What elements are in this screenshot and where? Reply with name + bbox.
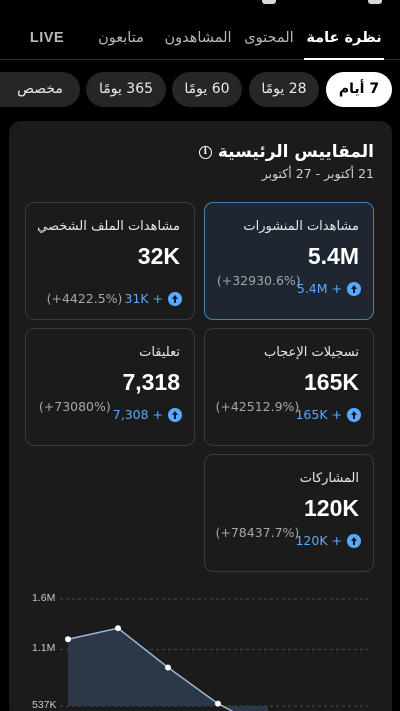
metric-label: مشاهدات الملف الشخصي [37,219,180,234]
metric-delta: (+78437.7%) 120K + [215,525,361,549]
arrow-up-icon [347,408,361,422]
metric-value: 7,318 [122,369,180,395]
metric-card-profile-views[interactable]: مشاهدات الملف الشخصي 32K (+4422.5%) 31K … [25,202,195,320]
delta-amount: 31K + [124,291,163,306]
arrow-up-icon [347,534,361,548]
data-point[interactable] [215,700,221,707]
data-point[interactable] [115,625,121,632]
metric-value: 5.4M [307,243,359,269]
metric-label: مشاهدات المنشورات [243,219,359,234]
metric-delta: (+73080%) 7,308 + [33,399,182,423]
chip-7-days[interactable]: 7 أيام [326,72,392,107]
insights-tabs: نظرة عامة المحتوى المشاهدون متابعون LIVE [0,22,400,60]
y-tick-label: 1.1M [32,642,56,655]
metric-value: 120K [304,495,359,521]
metric-card-post-views[interactable]: مشاهدات المنشورات 5.4M (+32930.6%) 5.4M … [204,202,374,320]
arrow-up-icon [347,282,361,296]
metric-delta: (+32930.6%) 5.4M + [217,273,361,297]
metric-label: تعليقات [139,345,180,360]
chip-60-days[interactable]: 60 يومًا [172,72,242,107]
metric-label: تسجيلات الإعجاب [263,345,359,360]
delta-amount: 5.4M + [296,281,342,296]
metric-delta: (+42512.9%) 165K + [215,399,361,423]
post-views-chart: 1.6M 1.1M 537K [24,585,374,711]
chip-365-days[interactable]: 365 يومًا [86,72,166,107]
delta-amount: 120K + [295,533,342,548]
delta-percent: (+4422.5%) [46,291,123,306]
metric-value: 32K [137,243,180,269]
delta-amount: 7,308 + [112,407,163,422]
delta-percent: (+42512.9%) [215,399,300,414]
tab-viewers[interactable]: المشاهدون [162,22,234,60]
tab-followers[interactable]: متابعون [86,22,156,60]
delta-percent: (+32930.6%) [216,273,301,288]
cutoff-sliver [262,0,276,4]
tab-overview[interactable]: نظرة عامة [304,22,384,60]
key-metrics-title-text: المقاييس الرئيسية [217,142,374,162]
y-tick-label: 1.6M [32,592,56,604]
metric-delta: (+4422.5%) 31K + [47,291,182,307]
date-range-chips: 7 أيام 28 يومًا 60 يومًا 365 يومًا مخصص [0,72,400,108]
tab-live[interactable]: LIVE [22,22,72,60]
y-tick-label: 537K [32,699,57,711]
metric-value: 165K [304,369,359,395]
date-range-label: 21 أكتوبر - 27 أكتوبر [261,166,374,181]
metric-card-likes[interactable]: تسجيلات الإعجاب 165K (+42512.9%) 165K + [204,328,374,446]
delta-amount: 165K + [295,407,342,422]
data-point[interactable] [165,664,171,671]
info-icon[interactable]: i [198,145,212,159]
arrow-up-icon [168,408,182,422]
arrow-up-icon [168,292,182,306]
metric-card-shares[interactable]: المشاركات 120K (+78437.7%) 120K + [204,454,374,572]
metric-label: المشاركات [299,471,359,486]
chip-28-days[interactable]: 28 يومًا [249,72,319,107]
cutoff-sliver [368,0,382,4]
key-metrics-title: المقاييس الرئيسية i [198,142,374,162]
top-edge-cutoff [0,0,400,8]
chip-custom[interactable]: مخصص [0,72,80,107]
metric-card-comments[interactable]: تعليقات 7,318 (+73080%) 7,308 + [25,328,195,446]
delta-percent: (+73080%) [38,399,111,414]
line-chart-svg [60,598,368,711]
delta-percent: (+78437.7%) [215,525,300,540]
data-point[interactable] [65,636,71,643]
tab-content[interactable]: المحتوى [240,22,298,60]
